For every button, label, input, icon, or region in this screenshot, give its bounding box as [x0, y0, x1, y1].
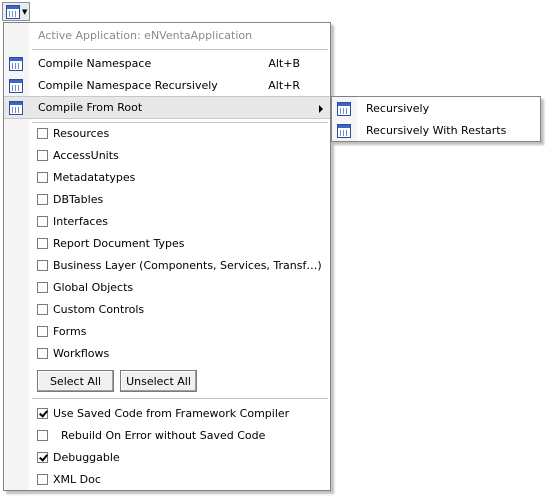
submenu-arrow-icon	[319, 105, 323, 113]
option-xml-doc[interactable]: XML Doc	[4, 469, 330, 491]
category-global-objects[interactable]: Global Objects	[4, 277, 330, 299]
category-forms[interactable]: Forms	[4, 321, 330, 343]
select-all-button[interactable]: Select All	[37, 370, 114, 392]
checkbox[interactable]	[37, 150, 48, 161]
checkbox-checked[interactable]	[37, 452, 48, 463]
menu-item-label: Recursively	[366, 102, 430, 115]
compile-dropdown-button[interactable]: ▼	[2, 2, 30, 21]
compile-icon	[337, 102, 351, 116]
checkbox-label: Resources	[53, 127, 110, 140]
category-workflows[interactable]: Workflows	[4, 343, 330, 365]
menu-item-shortcut: Alt+R	[268, 79, 300, 92]
category-report-document-types[interactable]: Report Document Types	[4, 233, 330, 255]
checkbox[interactable]	[37, 474, 48, 485]
category-custom-controls[interactable]: Custom Controls	[4, 299, 330, 321]
category-accessunits[interactable]: AccessUnits	[4, 145, 330, 167]
checkbox-label: Debuggable	[53, 451, 120, 464]
checkbox-label: Rebuild On Error without Saved Code	[61, 429, 266, 442]
checkbox[interactable]	[37, 348, 48, 359]
checkbox[interactable]	[37, 172, 48, 183]
checkbox[interactable]	[37, 282, 48, 293]
compile-icon	[9, 101, 23, 115]
checkbox-label: Global Objects	[53, 281, 134, 294]
checkbox[interactable]	[37, 326, 48, 337]
submenu-item-recursively-with-restarts[interactable]: Recursively With Restarts	[332, 120, 540, 142]
checkbox-checked[interactable]	[37, 408, 48, 419]
menu-item-label: Compile Namespace Recursively	[38, 79, 218, 92]
checkbox-label: Interfaces	[53, 215, 108, 228]
menu-item-compile-namespace-recursively[interactable]: Compile Namespace Recursively Alt+R	[4, 75, 330, 97]
checkbox[interactable]	[37, 194, 48, 205]
checkbox-label: Forms	[53, 325, 87, 338]
menu-separator	[32, 49, 328, 50]
checkbox-label: Custom Controls	[53, 303, 145, 316]
checkbox-label: Use Saved Code from Framework Compiler	[53, 407, 290, 420]
menu-item-label: Compile From Root	[38, 101, 143, 114]
submenu-item-recursively[interactable]: Recursively	[332, 98, 540, 120]
checkbox-label: Business Layer (Components, Services, Tr…	[53, 259, 322, 272]
checkbox[interactable]	[37, 128, 48, 139]
compile-menu: Active Application: eNVentaApplication C…	[3, 22, 331, 491]
menu-item-shortcut: Alt+B	[268, 57, 300, 70]
checkbox-label: XML Doc	[53, 473, 101, 486]
menu-item-label: Recursively With Restarts	[366, 124, 507, 137]
menu-separator	[32, 398, 328, 399]
category-resources[interactable]: Resources	[4, 123, 330, 145]
category-metadatatypes[interactable]: Metadatatypes	[4, 167, 330, 189]
option-rebuild-on-error[interactable]: Rebuild On Error without Saved Code	[4, 425, 330, 447]
checkbox[interactable]	[37, 216, 48, 227]
checkbox-label: AccessUnits	[53, 149, 119, 162]
checkbox[interactable]	[37, 430, 48, 441]
checkbox[interactable]	[37, 260, 48, 271]
compile-icon	[6, 4, 20, 19]
checkbox[interactable]	[37, 238, 48, 249]
compile-icon	[337, 124, 351, 138]
option-use-saved-code[interactable]: Use Saved Code from Framework Compiler	[4, 403, 330, 425]
compile-from-root-submenu: Recursively Recursively With Restarts	[331, 96, 541, 142]
category-business-layer[interactable]: Business Layer (Components, Services, Tr…	[4, 255, 330, 277]
active-application-caption: Active Application: eNVentaApplication	[38, 29, 253, 42]
dropdown-arrow-icon: ▼	[22, 7, 28, 16]
option-debuggable[interactable]: Debuggable	[4, 447, 330, 469]
compile-icon	[9, 79, 23, 93]
menu-item-compile-namespace[interactable]: Compile Namespace Alt+B	[4, 53, 330, 75]
checkbox-label: Workflows	[53, 347, 110, 360]
menu-item-compile-from-root[interactable]: Compile From Root	[4, 96, 330, 119]
checkbox-label: DBTables	[53, 193, 104, 206]
category-dbtables[interactable]: DBTables	[4, 189, 330, 211]
menu-item-label: Compile Namespace	[38, 57, 152, 70]
compile-icon	[9, 57, 23, 71]
checkbox-label: Metadatatypes	[53, 171, 136, 184]
unselect-all-button[interactable]: Unselect All	[120, 370, 197, 392]
checkbox[interactable]	[37, 304, 48, 315]
checkbox-label: Report Document Types	[53, 237, 185, 250]
category-interfaces[interactable]: Interfaces	[4, 211, 330, 233]
